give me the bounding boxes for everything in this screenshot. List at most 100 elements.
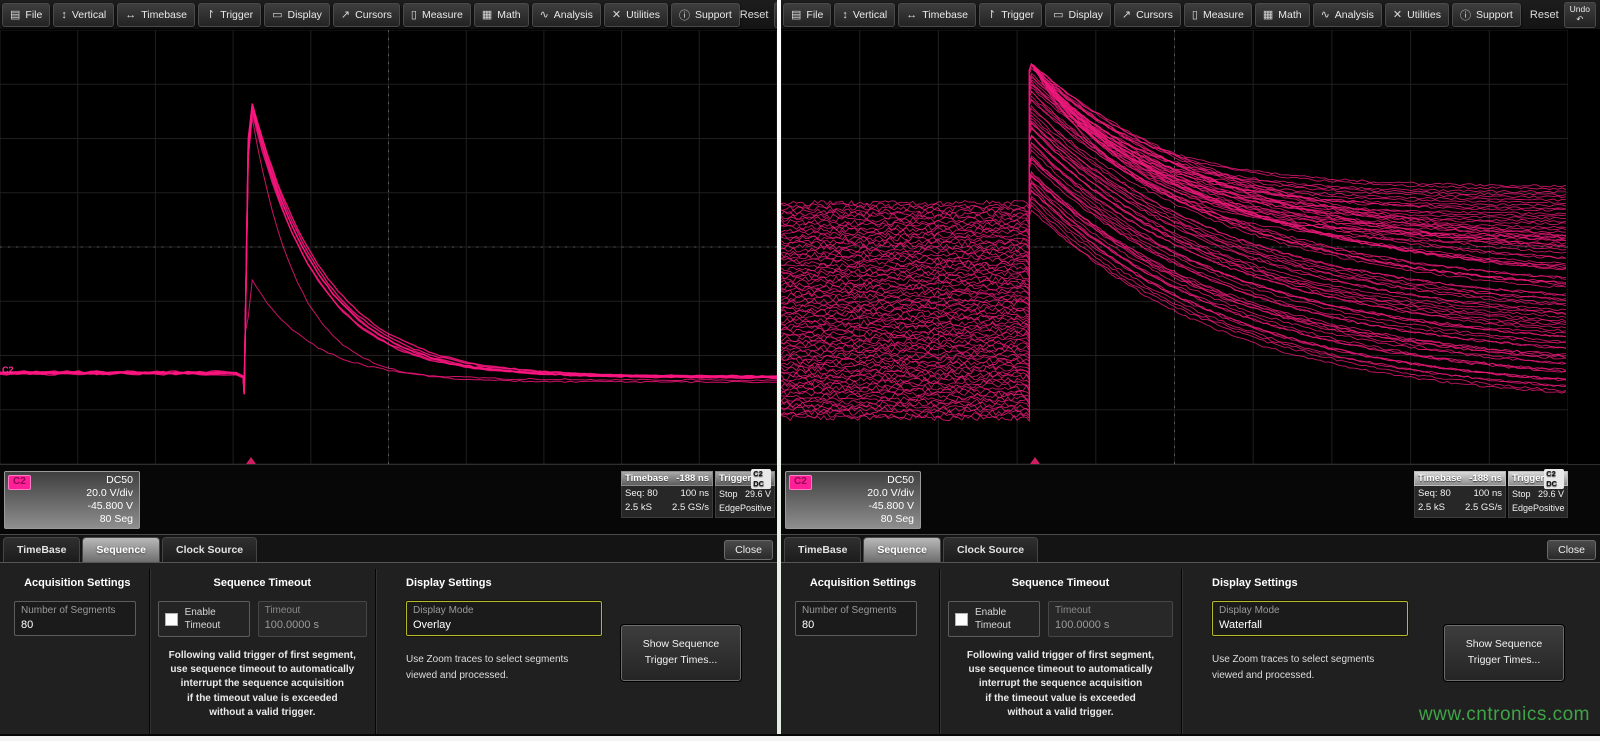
undo-icon: ↶ <box>1576 15 1583 24</box>
display-mode-select[interactable]: Display Mode Waterfall <box>1212 601 1408 636</box>
close-button[interactable]: Close <box>724 540 773 560</box>
timebase-label: Timebase <box>625 473 669 484</box>
channel-descriptor[interactable]: C2 DC50 20.0 V/div -45.800 V 80 Seg <box>4 471 140 529</box>
cursors-icon: ↗ <box>341 8 350 21</box>
menu-item-label: Trigger <box>1001 9 1034 21</box>
menu-items: ▤File↕Vertical↔Timebase↾Trigger▭Display↗… <box>2 3 740 27</box>
menu-item-math[interactable]: ▦Math <box>1255 3 1310 27</box>
menu-item-vertical[interactable]: ↕Vertical <box>53 3 114 27</box>
menu-item-vertical[interactable]: ↕Vertical <box>834 3 895 27</box>
tab-sequence[interactable]: Sequence <box>863 537 941 562</box>
tab-timebase[interactable]: TimeBase <box>784 537 861 562</box>
menu-item-label: Cursors <box>355 9 392 21</box>
menu-item-label: Math <box>497 9 520 21</box>
timeout-value: 100.0000 s <box>265 619 360 632</box>
menu-item-cursors[interactable]: ↗Cursors <box>1114 3 1181 27</box>
waveform-display: C2 <box>0 30 777 464</box>
channel-badge: C2 <box>8 475 31 490</box>
timebase-delay: -188 ns <box>676 473 709 484</box>
menu-item-measure[interactable]: ▯Measure <box>403 3 471 27</box>
support-icon: ⓘ <box>679 7 690 23</box>
menu-item-label: Measure <box>1203 9 1244 21</box>
number-of-segments-value: 80 <box>802 619 910 632</box>
timebase-icon: ↔ <box>906 9 917 21</box>
timeout-field[interactable]: Timeout 100.0000 s <box>258 601 367 637</box>
timebase-trigger-group: Timebase -188 ns Seq: 80 100 ns 2.5 kS 2… <box>1414 471 1568 518</box>
sequence-timeout-heading: Sequence Timeout <box>948 577 1173 589</box>
menu-item-trigger[interactable]: ↾Trigger <box>198 3 261 27</box>
dialog-tab-bar: TimeBaseSequenceClock Source Close <box>0 534 777 562</box>
enable-timeout-toggle[interactable]: Enable Timeout <box>948 601 1040 637</box>
timebase-descriptor[interactable]: Timebase -188 ns Seq: 80 100 ns 2.5 kS 2… <box>621 471 713 518</box>
menu-item-trigger[interactable]: ↾Trigger <box>979 3 1042 27</box>
waveform-display <box>781 30 1600 464</box>
timeout-label: Timeout <box>265 605 360 617</box>
enable-timeout-checkbox[interactable] <box>955 613 968 626</box>
trigger-source-badge: C2 DC <box>751 469 771 489</box>
trigger-label: Trigger <box>1512 473 1544 484</box>
enable-timeout-toggle[interactable]: Enable Timeout <box>158 601 250 637</box>
enable-timeout-label: Enable Timeout <box>185 606 221 632</box>
tab-clock-source[interactable]: Clock Source <box>162 537 257 562</box>
show-sequence-trigger-times-button[interactable]: Show Sequence Trigger Times... <box>1444 625 1564 681</box>
reset-button[interactable]: Reset <box>740 9 769 21</box>
menu-item-analysis[interactable]: ∿Analysis <box>1313 3 1382 27</box>
display-mode-value: Waterfall <box>1219 619 1401 632</box>
trigger-slope: Positive <box>1533 501 1565 515</box>
channel-descriptor[interactable]: C2 DC50 20.0 V/div -45.800 V 80 Seg <box>785 471 921 529</box>
trigger-type: Edge <box>719 501 740 515</box>
menu-item-utilities[interactable]: ✕Utilities <box>1385 3 1449 27</box>
timebase-label: Timebase <box>1418 473 1462 484</box>
menu-item-label: Trigger <box>220 9 253 21</box>
tab-timebase[interactable]: TimeBase <box>3 537 80 562</box>
menu-item-analysis[interactable]: ∿Analysis <box>532 3 601 27</box>
file-icon: ▤ <box>10 8 20 21</box>
menu-item-timebase[interactable]: ↔Timebase <box>117 3 195 27</box>
utilities-icon: ✕ <box>1393 8 1402 21</box>
descriptor-bar: C2 DC50 20.0 V/div -45.800 V 80 Seg Time… <box>781 464 1600 534</box>
number-of-segments-field[interactable]: Number of Segments 80 <box>14 601 136 636</box>
menu-item-file[interactable]: ▤File <box>2 3 50 27</box>
channel-offset: -45.800 V <box>11 500 133 513</box>
timeout-field[interactable]: Timeout 100.0000 s <box>1048 601 1173 637</box>
trigger-source-badge: C2 DC <box>1544 469 1564 489</box>
menu-item-label: Analysis <box>1335 9 1374 21</box>
trigger-descriptor[interactable]: Trigger C2 DC Stop 29.6 V Edge Positive <box>715 471 775 518</box>
tab-clock-source[interactable]: Clock Source <box>943 537 1038 562</box>
menu-item-math[interactable]: ▦Math <box>474 3 529 27</box>
menu-bar: ▤File↕Vertical↔Timebase↾Trigger▭Display↗… <box>0 0 777 30</box>
enable-timeout-checkbox[interactable] <box>165 613 178 626</box>
tab-sequence[interactable]: Sequence <box>82 537 160 562</box>
close-button[interactable]: Close <box>1547 540 1596 560</box>
show-sequence-trigger-times-button[interactable]: Show Sequence Trigger Times... <box>621 625 741 681</box>
menu-item-timebase[interactable]: ↔ Timebase <box>898 3 976 27</box>
menu-item-label: Measure <box>422 9 463 21</box>
menu-item-cursors[interactable]: ↗ Cursors <box>333 3 400 27</box>
number-of-segments-value: 80 <box>21 619 129 632</box>
trigger-descriptor[interactable]: Trigger C2 DC Stop 29.6 V Edge Positive <box>1508 471 1568 518</box>
dialog-tab-bar: TimeBaseSequenceClock Source Close <box>781 534 1600 562</box>
channel-zero-marker[interactable]: C2 <box>2 365 14 375</box>
menu-item-support[interactable]: ⓘSupport <box>671 3 740 27</box>
trigger-time-marker[interactable] <box>1030 457 1040 464</box>
menu-item-display[interactable]: ▭Display <box>264 3 330 27</box>
menu-bar: ▤File↕Vertical ↔ Timebase ↾Trigger▭Display↗… <box>781 0 1600 30</box>
number-of-segments-field[interactable]: Number of Segments 80 <box>795 601 917 636</box>
menu-item-label: Math <box>1278 9 1301 21</box>
menu-item-file[interactable]: ▤File <box>783 3 831 27</box>
trigger-time-marker[interactable] <box>246 457 256 464</box>
reset-button[interactable]: Reset <box>1530 9 1559 21</box>
menu-item-label: Timebase <box>922 9 968 21</box>
undo-button[interactable]: Undo ↶ <box>774 2 778 28</box>
undo-button[interactable]: Undo ↶ <box>1564 2 1596 28</box>
menu-item-support[interactable]: ⓘSupport <box>1452 3 1521 27</box>
waveform-plot <box>0 30 777 464</box>
acquisition-settings-heading: Acquisition Settings <box>795 577 931 589</box>
timebase-descriptor[interactable]: Timebase -188 ns Seq: 80 100 ns 2.5 kS 2… <box>1414 471 1506 518</box>
display-mode-select[interactable]: Display Mode Overlay <box>406 601 602 636</box>
timebase-tdiv: 100 ns <box>680 487 709 501</box>
menu-item-measure[interactable]: ▯Measure <box>1184 3 1252 27</box>
menu-item-display[interactable]: ▭Display <box>1045 3 1111 27</box>
timebase-rate: 2.5 GS/s <box>672 501 709 515</box>
menu-item-utilities[interactable]: ✕Utilities <box>604 3 668 27</box>
